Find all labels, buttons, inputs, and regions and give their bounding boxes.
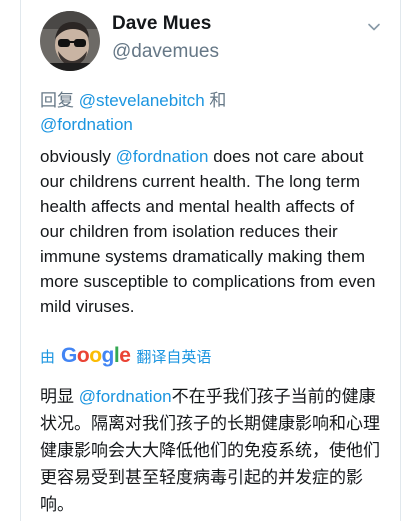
user-handle[interactable]: @davemues — [112, 41, 219, 63]
translation-body: 不在乎我们孩子当前的健康状况。隔离对我们孩子的长期健康影响和心理健康影响会大大降… — [40, 387, 380, 514]
avatar[interactable] — [40, 11, 100, 71]
tweet-text: obviously @fordnation does not care abou… — [40, 144, 380, 319]
translation-prefix: 明显 — [40, 387, 79, 406]
translation-mention-fordnation[interactable]: @fordnation — [79, 387, 172, 406]
replying-to: 回复 @stevelanebitch 和 @fordnation — [40, 89, 380, 137]
chevron-down-icon[interactable] — [367, 20, 381, 34]
reply-prefix: 回复 — [40, 91, 79, 110]
translated-from-label: 翻译自英语 — [136, 348, 212, 366]
tweet-text-rest: does not care about our childrens curren… — [40, 147, 376, 316]
card-border-left — [20, 0, 21, 521]
reply-mention-stevelanebitch[interactable]: @stevelanebitch — [79, 91, 205, 110]
google-logo: Google — [61, 344, 131, 367]
display-name[interactable]: Dave Mues — [112, 13, 211, 35]
card-border-right — [400, 0, 401, 521]
reply-joiner: 和 — [204, 91, 227, 110]
translated-text: 明显 @fordnation不在乎我们孩子当前的健康状况。隔离对我们孩子的长期健… — [40, 383, 380, 518]
reply-mention-fordnation[interactable]: @fordnation — [40, 115, 133, 134]
translate-by-label: 由 — [40, 348, 56, 366]
tweet-text-start: obviously — [40, 147, 116, 166]
translate-tweet-link[interactable]: 由 Google 翻译自英语 — [40, 343, 211, 369]
tweet-mention-fordnation[interactable]: @fordnation — [116, 147, 209, 166]
tweet-card: Dave Mues @davemues 回复 @stevelanebitch 和… — [0, 0, 414, 521]
